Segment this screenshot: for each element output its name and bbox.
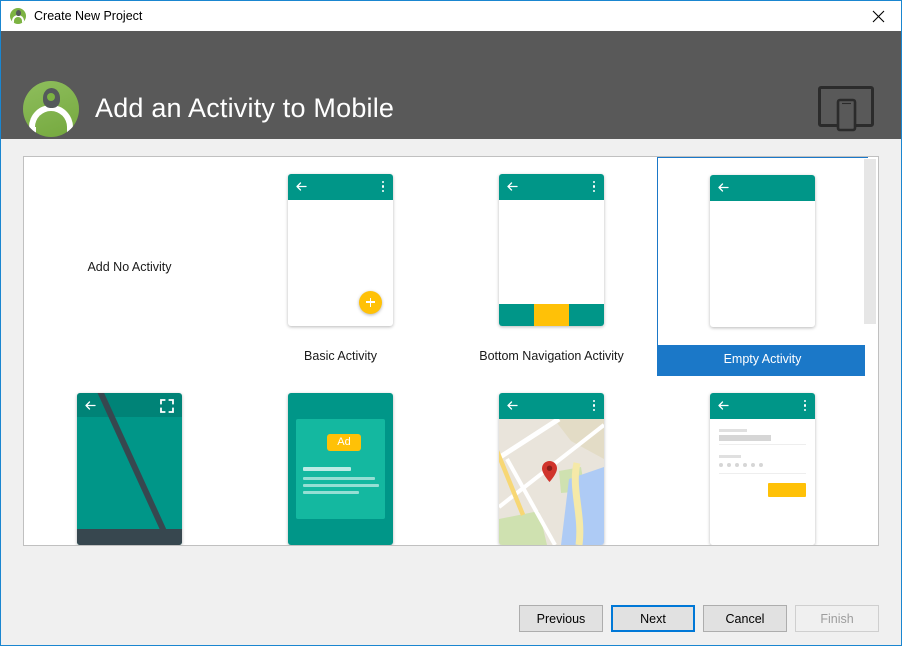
- sign-in-button-preview: [768, 482, 806, 497]
- scrollbar-thumb[interactable]: [864, 159, 876, 324]
- activity-template-panel: Add No Activity Basic Activity Bottom Na…: [23, 156, 879, 546]
- app-bar: [499, 392, 604, 419]
- app-bar: [499, 173, 604, 200]
- bottom-navigation-activity-thumbnail: [446, 157, 657, 342]
- app-bar: [288, 173, 393, 200]
- dialog-header: Add an Activity to Mobile: [1, 31, 901, 139]
- activity-card-bottom-navigation-activity[interactable]: Bottom Navigation Activity: [446, 157, 657, 376]
- back-arrow-icon: [718, 182, 729, 192]
- cancel-button[interactable]: Cancel: [703, 605, 787, 632]
- diagonal-line-decoration: [97, 392, 174, 545]
- ad-badge: Ad: [327, 433, 361, 451]
- back-arrow-icon: [718, 400, 729, 410]
- activity-card-login-activity[interactable]: [657, 376, 868, 545]
- activity-card-basic-activity[interactable]: Basic Activity: [235, 157, 446, 376]
- dialog-body: Add No Activity Basic Activity Bottom Na…: [1, 139, 901, 596]
- overflow-menu-icon: [382, 180, 385, 193]
- fullscreen-activity-thumbnail: [24, 376, 235, 545]
- create-new-project-dialog: Create New Project Add an Activity to Mo…: [0, 0, 902, 646]
- back-arrow-icon: [507, 181, 518, 191]
- activity-label: Bottom Navigation Activity: [479, 349, 624, 363]
- ad-card: Ad: [296, 418, 385, 519]
- google-maps-activity-thumbnail: [446, 376, 657, 545]
- close-icon[interactable]: [855, 1, 901, 31]
- activity-label: Empty Activity: [723, 352, 802, 366]
- scrollbar-track[interactable]: [864, 158, 877, 545]
- app-bar: [710, 174, 815, 201]
- android-studio-logo-icon: [23, 81, 79, 137]
- back-arrow-icon: [85, 400, 96, 410]
- activity-card-ads-activity[interactable]: Ad: [235, 376, 446, 545]
- map-preview: [499, 418, 604, 545]
- title-bar: Create New Project: [1, 1, 901, 31]
- activity-card-fullscreen-activity[interactable]: [24, 376, 235, 545]
- overflow-menu-icon: [804, 399, 807, 412]
- page-title: Add an Activity to Mobile: [95, 93, 395, 123]
- finish-button: Finish: [795, 605, 879, 632]
- title-bar-left: Create New Project: [10, 1, 142, 31]
- back-arrow-icon: [296, 181, 307, 191]
- login-form-preview: [710, 418, 815, 545]
- floating-action-button-icon: [359, 290, 382, 314]
- tablet-and-phone-icon: [818, 86, 874, 132]
- activity-card-add-no-activity[interactable]: Add No Activity: [24, 157, 235, 376]
- activity-template-grid: Add No Activity Basic Activity Bottom Na…: [24, 157, 868, 545]
- app-bar: [710, 392, 815, 419]
- fullscreen-expand-icon: [160, 398, 174, 413]
- activity-card-google-maps-activity[interactable]: [446, 376, 657, 545]
- bottom-navigation-bar: [499, 303, 604, 326]
- dialog-button-row: Previous Next Cancel Finish: [519, 605, 879, 632]
- basic-activity-thumbnail: [235, 157, 446, 342]
- activity-label: Add No Activity: [87, 259, 172, 274]
- ads-activity-thumbnail: Ad: [235, 376, 446, 545]
- dialog-footer: Previous Next Cancel Finish: [1, 594, 901, 645]
- next-button[interactable]: Next: [611, 605, 695, 632]
- back-arrow-icon: [507, 400, 518, 410]
- system-navigation-bar: [77, 528, 182, 545]
- activity-label: Basic Activity: [304, 349, 377, 363]
- window-title: Create New Project: [34, 9, 143, 23]
- empty-activity-thumbnail: [658, 158, 867, 343]
- map-location-pin-icon: [542, 460, 557, 482]
- login-activity-thumbnail: [657, 376, 868, 545]
- previous-button[interactable]: Previous: [519, 605, 603, 632]
- activity-card-empty-activity[interactable]: Empty Activity: [657, 157, 868, 376]
- overflow-menu-icon: [593, 180, 596, 193]
- android-studio-logo-icon: [10, 8, 26, 24]
- overflow-menu-icon: [593, 399, 596, 412]
